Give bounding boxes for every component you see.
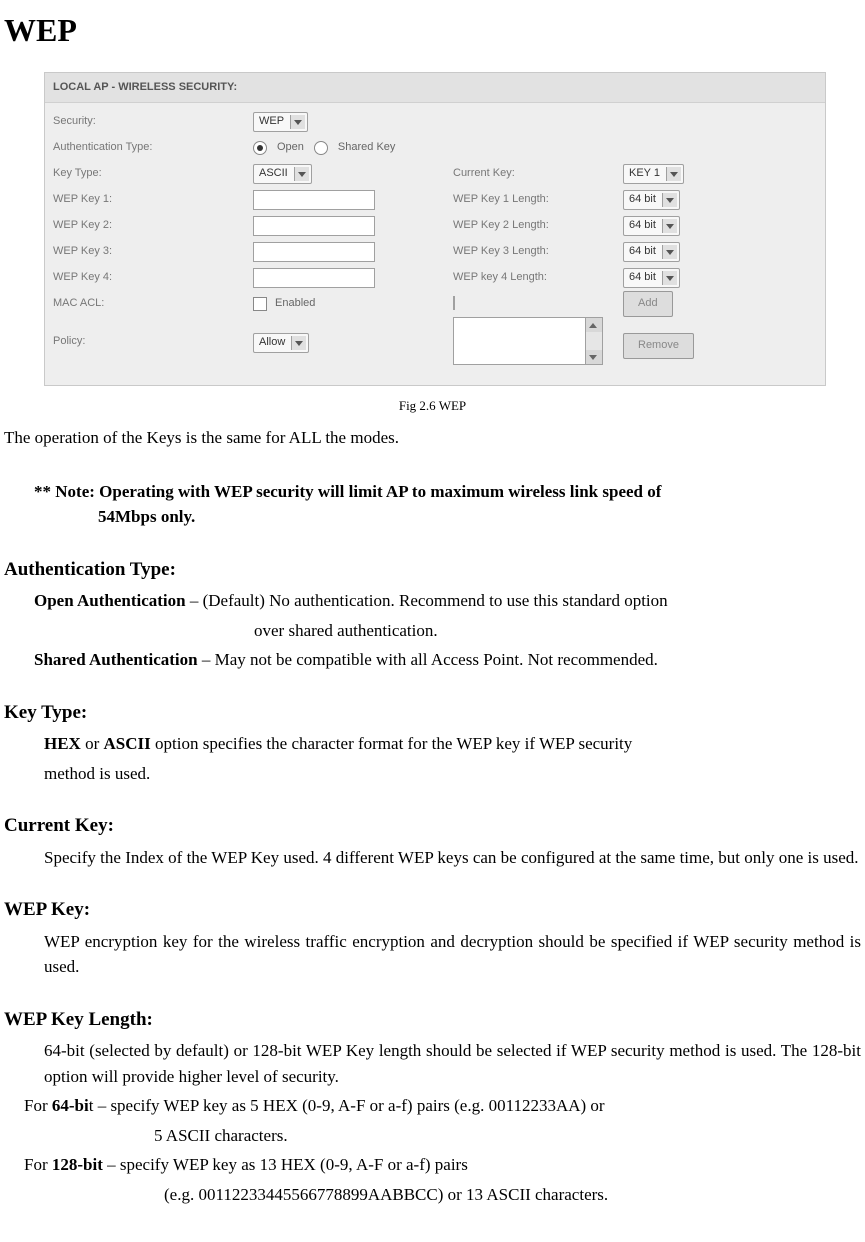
keytype-select-value: ASCII — [259, 165, 288, 182]
wepkey1len-label: WEP Key 1 Length: — [453, 191, 623, 208]
chevron-down-icon — [290, 115, 305, 129]
for128-bold: 128-bit — [52, 1155, 103, 1174]
wepkey-heading: WEP Key: — [4, 896, 861, 925]
chevron-down-icon — [662, 245, 677, 259]
wepkey2len-select[interactable]: 64 bit — [623, 216, 680, 236]
chevron-up-icon — [586, 318, 602, 332]
wepkey2-input[interactable] — [253, 216, 375, 236]
open-radio[interactable] — [253, 141, 267, 155]
panel-header: LOCAL AP - WIRELESS SECURITY: — [45, 73, 825, 103]
wepkeylen-heading: WEP Key Length: — [4, 1006, 861, 1035]
open-auth-name: Open Authentication — [34, 591, 186, 610]
wepkey2-label: WEP Key 2: — [53, 217, 253, 234]
wepkey4len-select[interactable]: 64 bit — [623, 268, 680, 288]
policy-label: Policy: — [53, 317, 253, 350]
for128-line: For 128-bit – specify WEP key as 13 HEX … — [24, 1152, 861, 1178]
keytype-desc1: option specifies the character format fo… — [151, 734, 633, 753]
for64-pre: For — [24, 1096, 52, 1115]
chevron-down-icon — [662, 219, 677, 233]
auth-type-label: Authentication Type: — [53, 139, 253, 156]
for128-pre: For — [24, 1155, 52, 1174]
wepkey3len-label: WEP Key 3 Length: — [453, 243, 623, 260]
keytype-label: Key Type: — [53, 165, 253, 182]
page-title: WEP — [4, 6, 861, 54]
currentkey-heading: Current Key: — [4, 812, 861, 841]
screenshot-figure: LOCAL AP - WIRELESS SECURITY: Security: … — [44, 72, 861, 386]
keytype-select[interactable]: ASCII — [253, 164, 312, 184]
currentkey-label: Current Key: — [453, 165, 623, 182]
wepkey4len-value: 64 bit — [629, 269, 656, 286]
shared-radio[interactable] — [314, 141, 328, 155]
wepkey2len-label: WEP Key 2 Length: — [453, 217, 623, 234]
keytype-heading: Key Type: — [4, 699, 861, 728]
enabled-checkbox[interactable] — [253, 297, 267, 311]
auth-heading: Authentication Type: — [4, 556, 861, 585]
wepkey1-input[interactable] — [253, 190, 375, 210]
figure-caption: Fig 2.6 WEP — [4, 396, 861, 416]
chevron-down-icon — [291, 336, 306, 350]
wepkey2len-value: 64 bit — [629, 217, 656, 234]
mac-list-area[interactable] — [453, 317, 586, 365]
for64-bold: 64-bi — [52, 1096, 89, 1115]
security-select-value: WEP — [259, 113, 284, 130]
currentkey-select-value: KEY 1 — [629, 165, 660, 182]
policy-select-value: Allow — [259, 334, 285, 351]
macacl-input[interactable] — [453, 296, 455, 310]
keytype-ascii: ASCII — [104, 734, 151, 753]
add-button[interactable]: Add — [623, 291, 673, 317]
chevron-down-icon — [666, 167, 681, 181]
wepkey1-label: WEP Key 1: — [53, 191, 253, 208]
open-auth-line2: over shared authentication. — [254, 618, 861, 644]
shared-auth-desc: – May not be compatible with all Access … — [198, 650, 658, 669]
for128-text: – specify WEP key as 13 HEX (0-9, A-F or… — [103, 1155, 468, 1174]
security-label: Security: — [53, 113, 253, 130]
enabled-label: Enabled — [275, 295, 315, 312]
wepkeylen-desc: 64-bit (selected by default) or 128-bit … — [44, 1038, 861, 1089]
wepkey3-label: WEP Key 3: — [53, 243, 253, 260]
keytype-line2: method is used. — [44, 761, 861, 787]
wepkey-desc: WEP encryption key for the wireless traf… — [44, 929, 861, 980]
security-select[interactable]: WEP — [253, 112, 308, 132]
currentkey-desc: Specify the Index of the WEP Key used. 4… — [44, 845, 861, 871]
for128-sub: (e.g. 00112233445566778899AABBCC) or 13 … — [164, 1182, 861, 1208]
remove-button[interactable]: Remove — [623, 333, 694, 359]
keytype-or: or — [81, 734, 104, 753]
shared-radio-label: Shared Key — [338, 139, 395, 156]
wepkey3len-select[interactable]: 64 bit — [623, 242, 680, 262]
keytype-hex: HEX — [44, 734, 81, 753]
for64-sub: 5 ASCII characters. — [154, 1123, 861, 1149]
open-radio-label: Open — [277, 139, 304, 156]
chevron-down-icon — [662, 193, 677, 207]
keytype-line1: HEX or ASCII option specifies the charac… — [44, 731, 861, 757]
wepkey1len-value: 64 bit — [629, 191, 656, 208]
scrollbar[interactable] — [586, 317, 603, 365]
wepkey3-input[interactable] — [253, 242, 375, 262]
shared-auth-name: Shared Authentication — [34, 650, 198, 669]
open-auth-desc1: – (Default) No authentication. Recommend… — [186, 591, 668, 610]
open-auth-line1: Open Authentication – (Default) No authe… — [34, 588, 861, 614]
chevron-down-icon — [586, 350, 602, 364]
wepkey3len-value: 64 bit — [629, 243, 656, 260]
for64-text: t – specify WEP key as 5 HEX (0-9, A-F o… — [89, 1096, 605, 1115]
panel-body: Security: WEP Authentication Type: Open … — [45, 103, 825, 375]
note-line2: 54Mbps only. — [98, 504, 861, 530]
shared-auth-line: Shared Authentication – May not be compa… — [34, 647, 861, 673]
chevron-down-icon — [294, 167, 309, 181]
currentkey-select[interactable]: KEY 1 — [623, 164, 684, 184]
note-line1: ** Note: Operating with WEP security wil… — [34, 479, 861, 505]
wepkey1len-select[interactable]: 64 bit — [623, 190, 680, 210]
wepkey4-input[interactable] — [253, 268, 375, 288]
wepkey4len-label: WEP key 4 Length: — [453, 269, 623, 286]
wepkey4-label: WEP Key 4: — [53, 269, 253, 286]
policy-select[interactable]: Allow — [253, 333, 309, 353]
chevron-down-icon — [662, 271, 677, 285]
security-panel: LOCAL AP - WIRELESS SECURITY: Security: … — [44, 72, 826, 386]
intro-text: The operation of the Keys is the same fo… — [4, 425, 861, 451]
for64-line: For 64-bit – specify WEP key as 5 HEX (0… — [24, 1093, 861, 1119]
macacl-label: MAC ACL: — [53, 295, 253, 312]
